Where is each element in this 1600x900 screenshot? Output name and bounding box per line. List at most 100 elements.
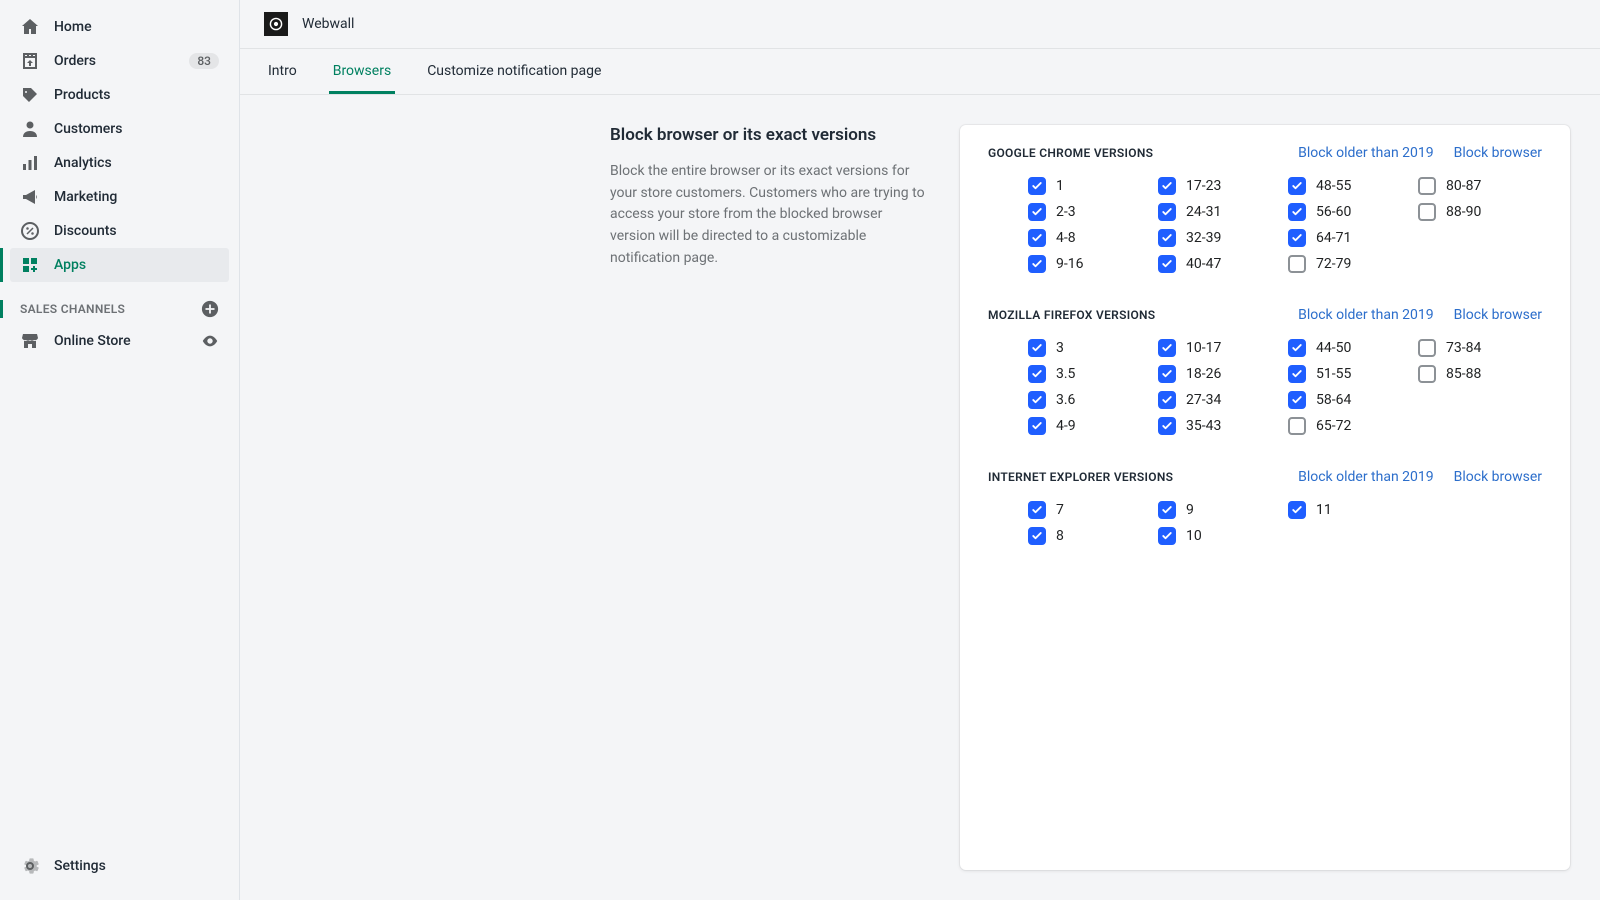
nav-label: Discounts <box>54 223 219 239</box>
version-checkbox-row[interactable]: 24-31 <box>1158 203 1238 221</box>
version-checkbox-row[interactable]: 3.5 <box>1028 365 1108 383</box>
block-older-link[interactable]: Block older than 2019 <box>1298 145 1434 161</box>
version-label: 10 <box>1186 528 1202 544</box>
version-checkbox-row[interactable]: 44-50 <box>1288 339 1368 357</box>
block-older-link[interactable]: Block older than 2019 <box>1298 307 1434 323</box>
checkbox[interactable] <box>1288 203 1306 221</box>
checkbox[interactable] <box>1158 417 1176 435</box>
block-browser-link[interactable]: Block browser <box>1454 469 1542 485</box>
checkbox[interactable] <box>1418 365 1436 383</box>
nav-discounts[interactable]: Discounts <box>10 214 229 248</box>
browser-title: GOOGLE CHROME VERSIONS <box>988 146 1278 160</box>
checkbox[interactable] <box>1028 391 1046 409</box>
checkbox[interactable] <box>1028 417 1046 435</box>
version-checkbox-row[interactable]: 58-64 <box>1288 391 1368 409</box>
block-browser-link[interactable]: Block browser <box>1454 307 1542 323</box>
nav-marketing[interactable]: Marketing <box>10 180 229 214</box>
version-checkbox-row[interactable]: 3.6 <box>1028 391 1108 409</box>
version-checkbox-row[interactable]: 65-72 <box>1288 417 1368 435</box>
settings-link[interactable]: Settings <box>0 846 239 900</box>
checkbox[interactable] <box>1028 339 1046 357</box>
version-checkbox-row[interactable]: 4-8 <box>1028 229 1108 247</box>
checkbox[interactable] <box>1288 177 1306 195</box>
nav-analytics[interactable]: Analytics <box>10 146 229 180</box>
version-checkbox-row[interactable]: 27-34 <box>1158 391 1238 409</box>
version-checkbox-row[interactable]: 51-55 <box>1288 365 1368 383</box>
version-checkbox-row[interactable]: 17-23 <box>1158 177 1238 195</box>
version-checkbox-row[interactable]: 2-3 <box>1028 203 1108 221</box>
version-checkbox-row[interactable]: 4-9 <box>1028 417 1108 435</box>
checkbox[interactable] <box>1288 417 1306 435</box>
checkbox[interactable] <box>1028 527 1046 545</box>
checkbox[interactable] <box>1288 365 1306 383</box>
nav-label: Apps <box>54 257 219 273</box>
version-checkbox-row[interactable]: 40-47 <box>1158 255 1238 273</box>
checkbox[interactable] <box>1028 177 1046 195</box>
checkbox[interactable] <box>1028 255 1046 273</box>
checkbox[interactable] <box>1158 391 1176 409</box>
version-label: 7 <box>1056 502 1064 518</box>
version-checkbox-row[interactable]: 72-79 <box>1288 255 1368 273</box>
block-older-link[interactable]: Block older than 2019 <box>1298 469 1434 485</box>
checkbox[interactable] <box>1158 501 1176 519</box>
version-checkbox-row[interactable]: 10-17 <box>1158 339 1238 357</box>
version-column: 3 3.5 3.6 4-9 <box>1028 339 1108 435</box>
version-checkbox-row[interactable]: 48-55 <box>1288 177 1368 195</box>
channel-online-store[interactable]: Online Store <box>0 324 239 358</box>
version-checkbox-row[interactable]: 35-43 <box>1158 417 1238 435</box>
checkbox[interactable] <box>1158 527 1176 545</box>
checkbox[interactable] <box>1028 203 1046 221</box>
checkbox[interactable] <box>1158 229 1176 247</box>
checkbox[interactable] <box>1158 365 1176 383</box>
checkbox[interactable] <box>1158 177 1176 195</box>
version-checkbox-row[interactable]: 8 <box>1028 527 1108 545</box>
checkbox[interactable] <box>1288 229 1306 247</box>
version-checkbox-row[interactable]: 64-71 <box>1288 229 1368 247</box>
browser-block: MOZILLA FIREFOX VERSIONSBlock older than… <box>988 307 1542 435</box>
version-checkbox-row[interactable]: 32-39 <box>1158 229 1238 247</box>
version-checkbox-row[interactable]: 88-90 <box>1418 203 1498 221</box>
tab-customize-notification-page[interactable]: Customize notification page <box>423 49 605 94</box>
nav-home[interactable]: Home <box>10 10 229 44</box>
version-checkbox-row[interactable]: 18-26 <box>1158 365 1238 383</box>
checkbox[interactable] <box>1158 339 1176 357</box>
version-checkbox-row[interactable]: 7 <box>1028 501 1108 519</box>
nav-customers[interactable]: Customers <box>10 112 229 146</box>
version-checkbox-row[interactable]: 73-84 <box>1418 339 1498 357</box>
version-checkbox-row[interactable]: 9 <box>1158 501 1238 519</box>
main-area: Webwall IntroBrowsersCustomize notificat… <box>240 0 1600 900</box>
version-column: 73-84 85-88 <box>1418 339 1498 435</box>
nav-products[interactable]: Products <box>10 78 229 112</box>
version-checkbox-row[interactable]: 9-16 <box>1028 255 1108 273</box>
version-label: 4-9 <box>1056 418 1076 434</box>
checkbox[interactable] <box>1288 391 1306 409</box>
version-checkbox-row[interactable]: 1 <box>1028 177 1108 195</box>
block-browser-link[interactable]: Block browser <box>1454 145 1542 161</box>
version-label: 17-23 <box>1186 178 1221 194</box>
checkbox[interactable] <box>1288 339 1306 357</box>
add-channel-icon[interactable] <box>201 300 219 318</box>
version-checkbox-row[interactable]: 10 <box>1158 527 1238 545</box>
checkbox[interactable] <box>1158 203 1176 221</box>
tab-browsers[interactable]: Browsers <box>329 49 395 94</box>
version-checkbox-row[interactable]: 11 <box>1288 501 1368 519</box>
checkbox[interactable] <box>1418 177 1436 195</box>
checkbox[interactable] <box>1028 229 1046 247</box>
checkbox[interactable] <box>1418 203 1436 221</box>
version-checkbox-row[interactable]: 85-88 <box>1418 365 1498 383</box>
description-column: Block browser or its exact versions Bloc… <box>610 125 930 870</box>
eye-icon[interactable] <box>201 332 219 350</box>
checkbox[interactable] <box>1028 365 1046 383</box>
checkbox[interactable] <box>1288 255 1306 273</box>
checkbox[interactable] <box>1288 501 1306 519</box>
version-column: 44-50 51-55 58-64 65-72 <box>1288 339 1368 435</box>
checkbox[interactable] <box>1418 339 1436 357</box>
nav-apps[interactable]: Apps <box>10 248 229 282</box>
checkbox[interactable] <box>1158 255 1176 273</box>
checkbox[interactable] <box>1028 501 1046 519</box>
version-checkbox-row[interactable]: 56-60 <box>1288 203 1368 221</box>
tab-intro[interactable]: Intro <box>264 49 301 94</box>
version-checkbox-row[interactable]: 80-87 <box>1418 177 1498 195</box>
nav-orders[interactable]: Orders83 <box>10 44 229 78</box>
version-checkbox-row[interactable]: 3 <box>1028 339 1108 357</box>
